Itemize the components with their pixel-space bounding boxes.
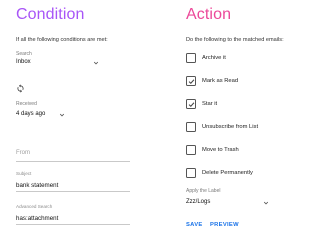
- check-icon: [188, 78, 194, 84]
- checkbox[interactable]: [186, 122, 196, 132]
- subject-value: bank statement: [16, 182, 59, 189]
- subject-underline: [16, 191, 130, 192]
- checkbox[interactable]: [186, 53, 196, 63]
- chevron-down-icon: [93, 60, 99, 66]
- from-field[interactable]: From: [16, 147, 130, 163]
- check-icon: [188, 101, 194, 107]
- option-star[interactable]: Star it: [186, 99, 314, 110]
- chevron-down-icon: [59, 112, 65, 118]
- save-button[interactable]: SAVE: [186, 222, 203, 228]
- apply-label-value: Zzz/Logs: [186, 199, 211, 205]
- from-placeholder: From: [16, 150, 30, 156]
- advanced-search-field[interactable]: Advanced Search has:attachment: [16, 203, 130, 227]
- option-archive[interactable]: Archive it: [186, 53, 314, 64]
- action-intro: Do the following to the matched emails:: [186, 37, 284, 43]
- option-label: Delete Permanently: [202, 170, 253, 176]
- search-label: Search: [16, 51, 32, 57]
- advanced-search-value: has:attachment: [16, 215, 59, 222]
- option-delete-permanently[interactable]: Delete Permanently: [186, 168, 314, 179]
- checkbox[interactable]: [186, 168, 196, 178]
- option-mark-as-read[interactable]: Mark as Read: [186, 76, 314, 87]
- checkbox[interactable]: [186, 145, 196, 155]
- option-unsubscribe[interactable]: Unsubscribe from List: [186, 122, 314, 133]
- condition-intro: If all the following conditions are met:: [16, 37, 108, 43]
- condition-heading: Condition: [16, 6, 85, 23]
- preview-button[interactable]: PREVIEW: [210, 222, 239, 228]
- received-label: Received: [16, 101, 37, 107]
- action-heading: Action: [186, 6, 232, 23]
- subject-label: Subject: [16, 171, 32, 176]
- refresh-icon[interactable]: [16, 84, 25, 93]
- advanced-search-underline: [16, 224, 130, 225]
- option-move-to-trash[interactable]: Move to Trash: [186, 145, 314, 156]
- option-label: Mark as Read: [202, 78, 239, 84]
- subject-field[interactable]: Subject bank statement: [16, 170, 130, 194]
- option-label: Star it: [202, 101, 218, 107]
- apply-label-label: Apply the Label: [186, 188, 221, 194]
- received-select-value: 4 days ago: [16, 111, 46, 117]
- advanced-search-label: Advanced Search: [16, 204, 53, 209]
- option-label: Unsubscribe from List: [202, 124, 259, 130]
- checkbox[interactable]: [186, 76, 196, 86]
- from-underline: [16, 161, 130, 162]
- option-label: Archive it: [202, 55, 226, 61]
- option-label: Move to Trash: [202, 147, 239, 153]
- checkbox[interactable]: [186, 99, 196, 109]
- chevron-down-icon: [263, 200, 269, 206]
- search-select-value: Inbox: [16, 59, 31, 65]
